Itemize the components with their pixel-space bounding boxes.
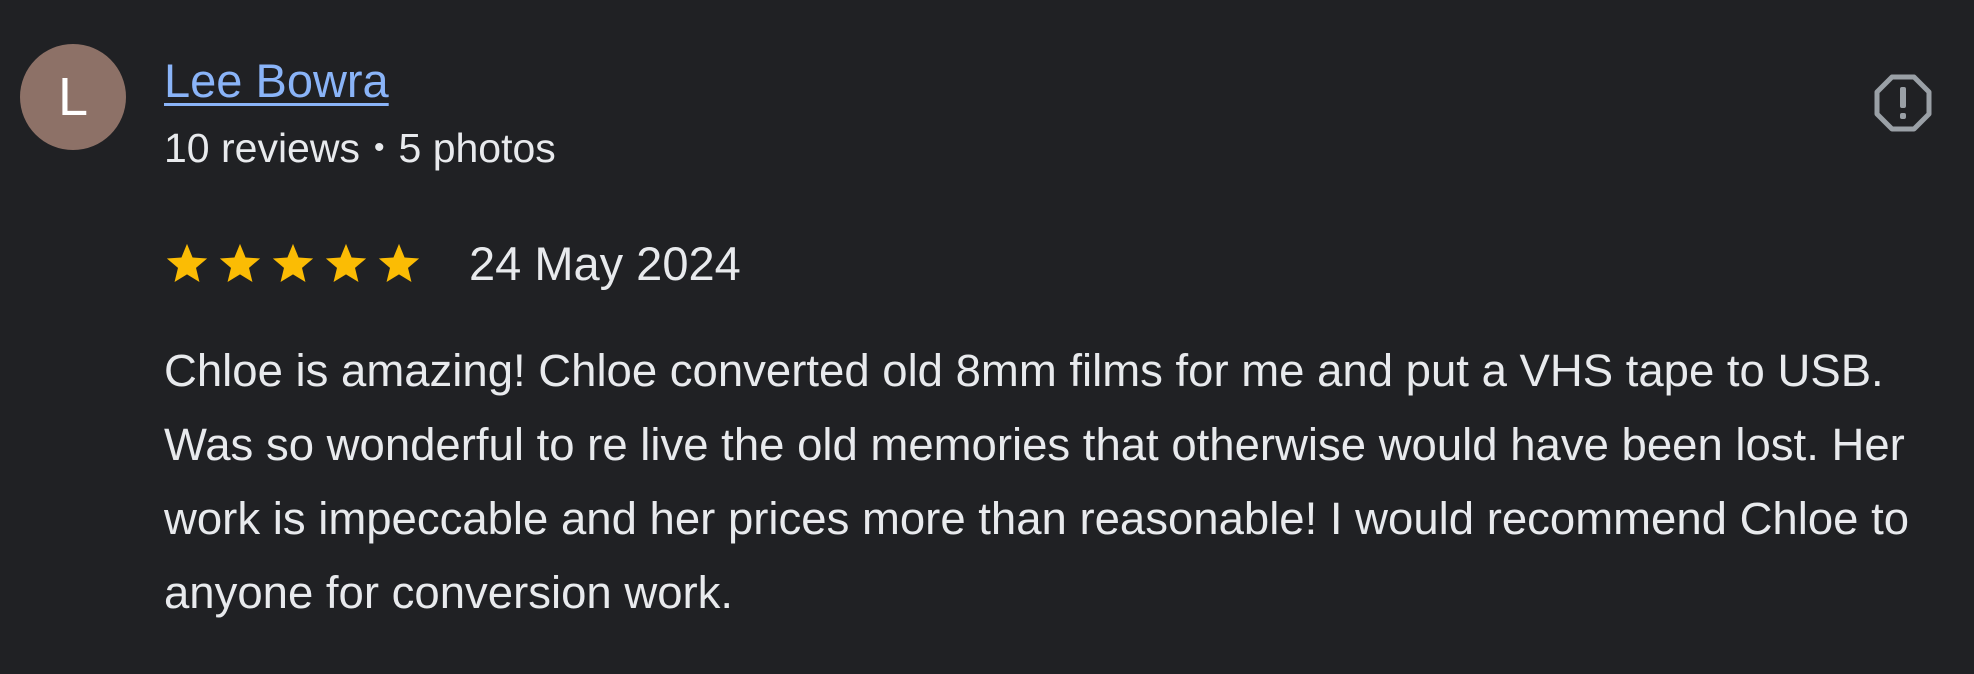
report-review-button[interactable] bbox=[1872, 72, 1934, 134]
star-icon bbox=[325, 243, 367, 283]
photos-count: 5 photos bbox=[398, 125, 556, 171]
review-card: L Lee Bowra 10 reviews • 5 photos 24 May… bbox=[0, 0, 1974, 674]
avatar-letter: L bbox=[57, 67, 89, 127]
star-icon bbox=[219, 243, 261, 283]
report-flag-icon bbox=[1874, 74, 1932, 132]
star-icon bbox=[166, 243, 208, 283]
review-date: 24 May 2024 bbox=[469, 237, 741, 290]
meta-separator: • bbox=[373, 131, 385, 164]
avatar[interactable]: L bbox=[20, 44, 126, 150]
rating-row: 24 May 2024 bbox=[164, 234, 741, 294]
star-rating bbox=[164, 241, 429, 287]
star-icon bbox=[272, 243, 314, 283]
review-text: Chloe is amazing! Chloe converted old 8m… bbox=[164, 345, 1910, 618]
reviews-count: 10 reviews bbox=[164, 125, 360, 171]
reviewer-name-link[interactable]: Lee Bowra bbox=[164, 52, 389, 110]
star-icon bbox=[378, 243, 420, 283]
reviewer-meta: 10 reviews • 5 photos bbox=[164, 120, 556, 176]
